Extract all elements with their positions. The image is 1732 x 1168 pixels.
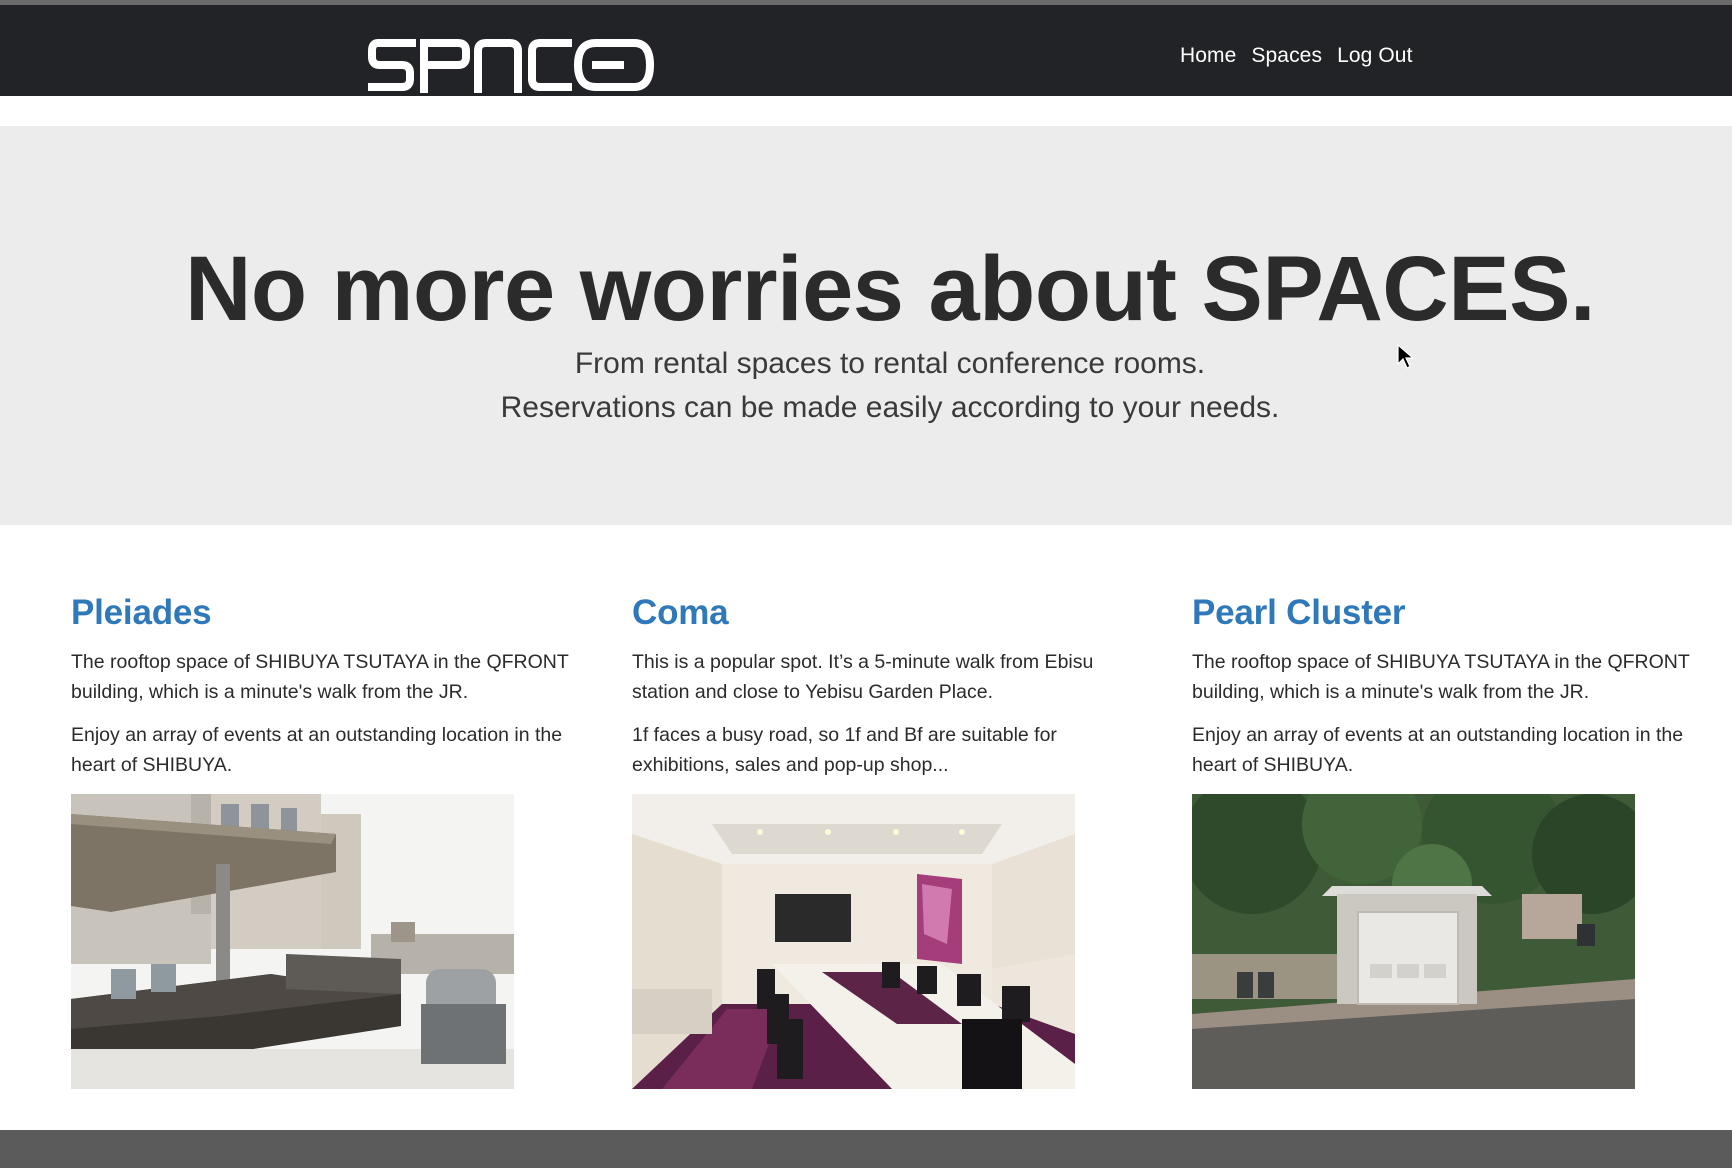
space-description: Enjoy an array of events at an outstandi… xyxy=(1192,724,1684,776)
hero-subtitle-line-2: Reservations can be made easily accordin… xyxy=(500,391,1280,424)
conference-room-photo[interactable] xyxy=(632,794,1075,1089)
navbar: Home Spaces Log Out xyxy=(0,5,1732,96)
space-title-link[interactable]: Pleiades xyxy=(71,590,571,636)
hero-jumbotron: No more worries about SPACES. From renta… xyxy=(0,126,1732,525)
spaces-logo[interactable] xyxy=(368,37,654,93)
space-description: This is a popular spot. It’s a 5-minute … xyxy=(632,651,1094,703)
nav-link-log-out[interactable]: Log Out xyxy=(1337,41,1412,71)
main-nav: Home Spaces Log Out xyxy=(1180,41,1413,71)
space-title-link[interactable]: Coma xyxy=(632,590,1132,636)
hero-title: No more worries about SPACES. xyxy=(184,238,1596,340)
window-bottom-bar xyxy=(0,1130,1732,1168)
garage-photo[interactable] xyxy=(1192,794,1635,1089)
spaces-list: Pleiades The rooftop space of SHIBUYA TS… xyxy=(0,590,1732,1130)
space-card-coma: Coma This is a popular spot. It’s a 5-mi… xyxy=(632,590,1132,1089)
hero-subtitle: From rental spaces to rental conference … xyxy=(0,342,1732,430)
rooftop-kitchen-photo[interactable] xyxy=(71,794,514,1089)
nav-link-home[interactable]: Home xyxy=(1180,41,1236,71)
space-description: Enjoy an array of events at an outstandi… xyxy=(71,724,563,776)
nav-link-spaces[interactable]: Spaces xyxy=(1251,41,1322,71)
mouse-pointer-icon xyxy=(1397,344,1415,369)
space-description: The rooftop space of SHIBUYA TSUTAYA in … xyxy=(1192,651,1690,703)
space-description: The rooftop space of SHIBUYA TSUTAYA in … xyxy=(71,651,569,703)
space-title-link[interactable]: Pearl Cluster xyxy=(1192,590,1692,636)
space-card-pearl-cluster: Pearl Cluster The rooftop space of SHIBU… xyxy=(1192,590,1692,1089)
hero-subtitle-line-1: From rental spaces to rental conference … xyxy=(574,347,1206,380)
space-card-pleiades: Pleiades The rooftop space of SHIBUYA TS… xyxy=(71,590,571,1089)
space-description: 1f faces a busy road, so 1f and Bf are s… xyxy=(632,724,1057,776)
